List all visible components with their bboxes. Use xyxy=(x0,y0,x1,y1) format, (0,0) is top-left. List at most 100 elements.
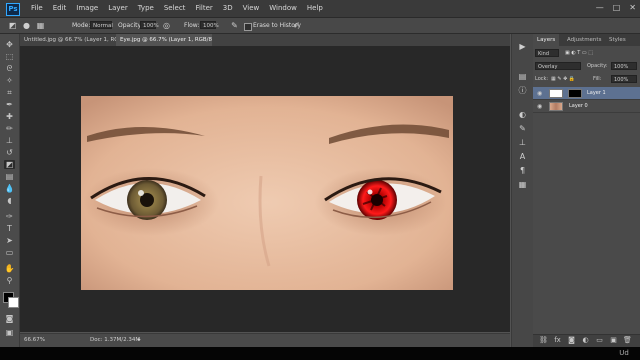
minimize-button[interactable]: — xyxy=(596,3,604,13)
canvas-area xyxy=(20,46,510,332)
clone-stamp-tool-icon[interactable]: ⊥ xyxy=(4,136,15,145)
window-controls: — □ ✕ xyxy=(596,3,636,13)
eraser-tool-icon[interactable]: ◩ xyxy=(4,160,15,169)
menu-window[interactable]: Window xyxy=(264,0,302,17)
layer-thumbnail xyxy=(549,102,563,111)
menu-layer[interactable]: Layer xyxy=(103,0,133,17)
crop-tool-icon[interactable]: ⌗ xyxy=(4,88,15,97)
link-layers-icon[interactable]: ⛓ xyxy=(539,336,548,345)
pressure-size-icon[interactable]: ✐ xyxy=(292,21,301,30)
lock-row: Lock: ▦ ✎ ✥ 🔒 Fill: 100% xyxy=(535,74,638,84)
add-mask-icon[interactable]: ◙ xyxy=(567,336,576,345)
layer-style-icon[interactable]: fx xyxy=(553,336,562,345)
layers-panel-footer: ⛓ fx ◙ ◐ ▭ ▣ 🗑 xyxy=(533,334,640,347)
menu-3d[interactable]: 3D xyxy=(218,0,238,17)
lasso-tool-icon[interactable]: ᘓ xyxy=(4,64,15,73)
brush-panel-icon[interactable]: ✎ xyxy=(517,124,528,134)
menu-image[interactable]: Image xyxy=(71,0,103,17)
menu-view[interactable]: View xyxy=(238,0,265,17)
paragraph-panel-icon[interactable]: ¶ xyxy=(517,166,528,176)
type-tool-icon[interactable]: T xyxy=(4,224,15,233)
pen-tool-icon[interactable]: ✑ xyxy=(4,212,15,221)
layer-opacity-field[interactable]: 100% xyxy=(611,62,637,70)
panel-tabs: Layers Adjustments Styles xyxy=(533,34,640,46)
erase-to-history-checkbox[interactable] xyxy=(244,23,252,31)
new-layer-icon[interactable]: ▣ xyxy=(609,336,618,345)
mode-select[interactable]: Normal xyxy=(90,21,113,29)
marquee-tool-icon[interactable]: ⬚ xyxy=(4,52,15,61)
adjustment-layer-icon[interactable]: ◐ xyxy=(581,336,590,345)
document-canvas[interactable] xyxy=(81,96,453,290)
maximize-button[interactable]: □ xyxy=(613,3,621,13)
document-size: Doc: 1.37M/2.34M xyxy=(90,337,141,343)
eraser-tool-icon[interactable]: ◩ xyxy=(8,21,17,30)
brush-tool-icon[interactable]: ✏ xyxy=(4,124,15,133)
fill-field[interactable]: 100% xyxy=(611,75,637,83)
tab-untitled[interactable]: Untitled.jpg @ 66.7% (Layer 1, RGB/8) * xyxy=(20,34,116,46)
layer-opacity-label: Opacity: xyxy=(587,63,608,69)
zoom-level[interactable]: 66.67% xyxy=(24,336,45,345)
dodge-tool-icon[interactable]: ◖ xyxy=(4,196,15,205)
quick-select-tool-icon[interactable]: ✧ xyxy=(4,76,15,85)
adjustments-panel-icon[interactable]: ◐ xyxy=(517,110,528,120)
lock-icons[interactable]: ▦ ✎ ✥ 🔒 xyxy=(551,75,575,83)
menu-filter[interactable]: Filter xyxy=(190,0,217,17)
blur-tool-icon[interactable]: 💧 xyxy=(4,184,15,193)
info-panel-icon[interactable]: ⓘ xyxy=(517,86,528,96)
shape-tool-icon[interactable]: ▭ xyxy=(4,248,15,257)
layer-mask-thumbnail[interactable] xyxy=(568,89,582,98)
tab-styles[interactable]: Styles xyxy=(605,34,630,46)
airbrush-icon[interactable]: ✎ xyxy=(230,21,239,30)
layer-kind-filter[interactable]: Kind xyxy=(535,49,559,57)
eyes-photo xyxy=(81,96,453,290)
menu-select[interactable]: Select xyxy=(159,0,191,17)
history-panel-icon[interactable]: ▤ xyxy=(517,72,528,82)
layers-panel: Layers Adjustments Styles Kind ▣ ◐ T ▭ ⬚… xyxy=(533,34,640,347)
healing-brush-tool-icon[interactable]: ✚ xyxy=(4,112,15,121)
swatches-panel-icon[interactable]: ▦ xyxy=(517,180,528,190)
flow-field[interactable]: 100% xyxy=(200,21,219,29)
new-group-icon[interactable]: ▭ xyxy=(595,336,604,345)
layer-row[interactable]: ◉ Layer 1 xyxy=(533,87,640,100)
layer-thumbnail xyxy=(549,89,563,98)
background-color-swatch[interactable] xyxy=(8,297,19,308)
hand-tool-icon[interactable]: ✋ xyxy=(4,264,15,273)
panel-dock: ▶ ▤ ⓘ ◐ ✎ ⊥ A ¶ ▦ xyxy=(511,34,534,347)
screen-mode-icon[interactable]: ▣ xyxy=(4,328,15,337)
quick-mask-icon[interactable]: ◙ xyxy=(4,314,15,323)
history-brush-tool-icon[interactable]: ↺ xyxy=(4,148,15,157)
move-tool-icon[interactable]: ✥ xyxy=(4,40,15,49)
tab-eye[interactable]: Eye.jpg @ 66.7% (Layer 1, RGB/8) * xyxy=(116,34,212,46)
tab-layers[interactable]: Layers xyxy=(533,34,560,46)
brush-preset-icon[interactable]: ● xyxy=(22,21,31,30)
filter-icons[interactable]: ▣ ◐ T ▭ ⬚ xyxy=(565,49,593,57)
layer-filter-row: Kind ▣ ◐ T ▭ ⬚ xyxy=(535,48,638,58)
close-button[interactable]: ✕ xyxy=(629,3,636,13)
menu-edit[interactable]: Edit xyxy=(48,0,72,17)
character-panel-icon[interactable]: A xyxy=(517,152,528,162)
clone-source-icon[interactable]: ⊥ xyxy=(517,138,528,148)
eyedropper-tool-icon[interactable]: ✒ xyxy=(4,100,15,109)
zoom-tool-icon[interactable]: ⚲ xyxy=(4,276,15,285)
visibility-eye-icon[interactable]: ◉ xyxy=(537,103,544,110)
gradient-tool-icon[interactable]: ▤ xyxy=(4,172,15,181)
layer-name[interactable]: Layer 1 xyxy=(587,89,606,98)
status-menu-arrow-icon[interactable]: ▸ xyxy=(138,336,141,345)
brush-panel-icon[interactable]: ▦ xyxy=(36,21,45,30)
blend-row: Overlay Opacity: 100% xyxy=(535,61,638,71)
blend-mode-select[interactable]: Overlay xyxy=(535,62,581,70)
opacity-label: Opacity: xyxy=(118,22,143,29)
menu-help[interactable]: Help xyxy=(302,0,328,17)
layer-name[interactable]: Layer 0 xyxy=(569,102,588,111)
photoshop-window: Ps File Edit Image Layer Type Select Fil… xyxy=(0,0,640,347)
pressure-opacity-icon[interactable]: ◎ xyxy=(162,21,171,30)
layer-row[interactable]: ◉ Layer 0 xyxy=(533,100,640,113)
path-select-tool-icon[interactable]: ➤ xyxy=(4,236,15,245)
visibility-eye-icon[interactable]: ◉ xyxy=(537,90,544,97)
delete-layer-icon[interactable]: 🗑 xyxy=(623,336,632,345)
opacity-field[interactable]: 100% xyxy=(140,21,159,29)
tab-adjustments[interactable]: Adjustments xyxy=(563,34,605,46)
play-icon[interactable]: ▶ xyxy=(517,42,528,52)
menu-type[interactable]: Type xyxy=(133,0,159,17)
menu-file[interactable]: File xyxy=(26,0,48,17)
